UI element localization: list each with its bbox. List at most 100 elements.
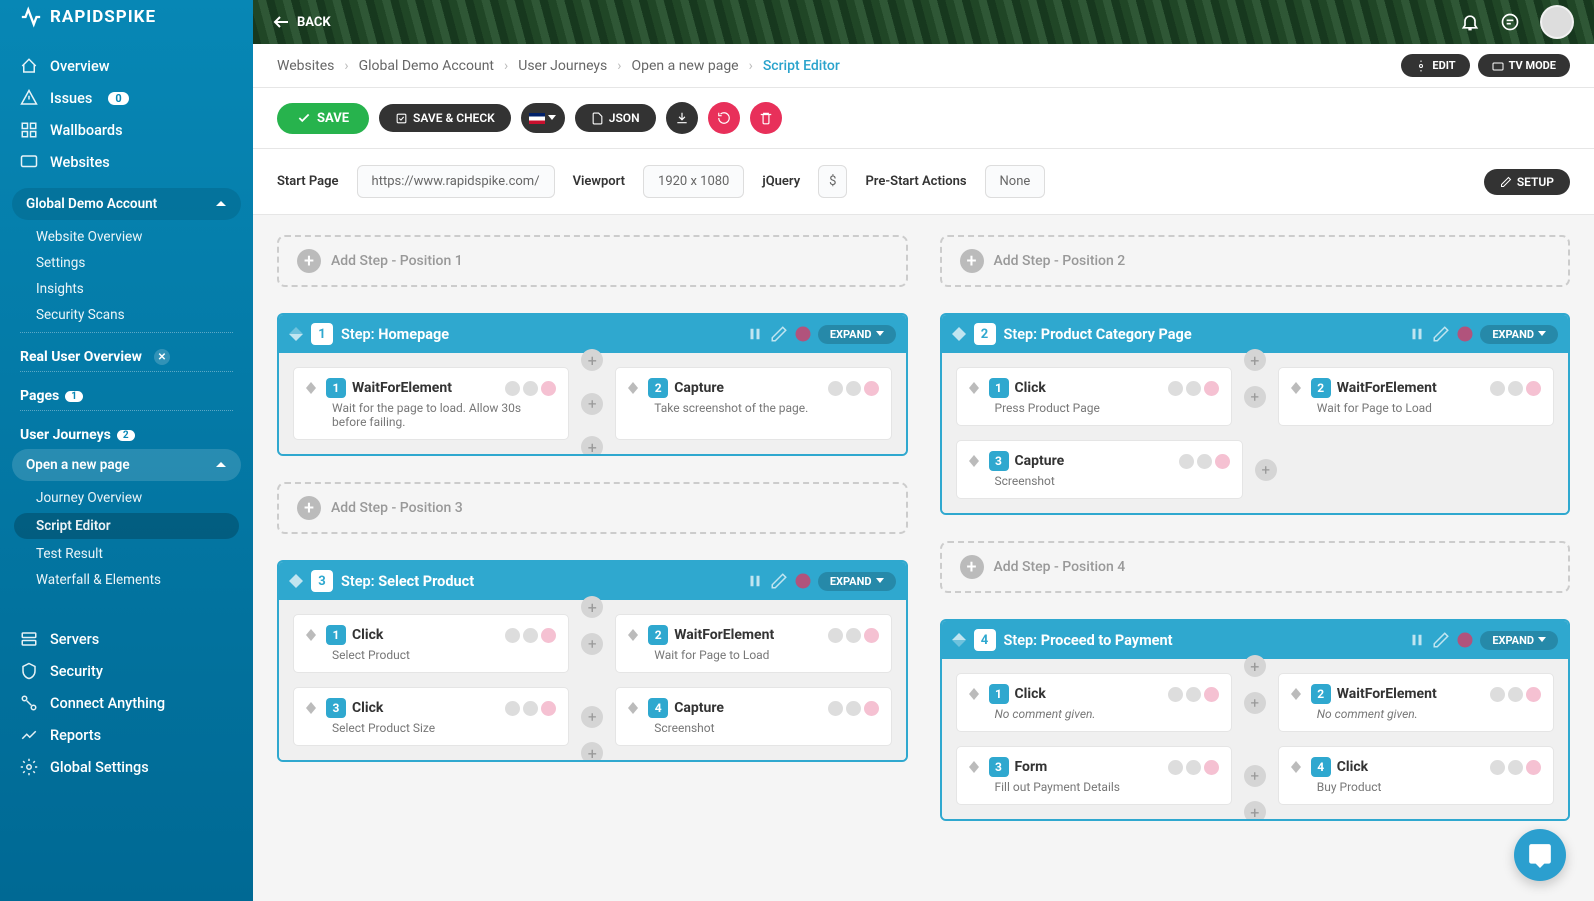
move-up-icon[interactable] [952, 326, 966, 334]
add-action-button[interactable]: + [1244, 655, 1266, 677]
move-down-icon[interactable] [289, 581, 303, 589]
action-card[interactable]: 4Click Buy Product [1278, 746, 1554, 805]
pencil-icon[interactable] [1432, 325, 1450, 343]
action-card[interactable]: 1Click No comment given. [956, 673, 1232, 732]
nav-script-editor[interactable]: Script Editor [14, 513, 239, 539]
move-up-icon[interactable] [289, 573, 303, 581]
nav-reports[interactable]: Reports [0, 719, 253, 751]
move-down-icon[interactable] [306, 388, 316, 395]
nav-overview[interactable]: Overview [0, 50, 253, 82]
delete-circle-icon[interactable] [794, 572, 812, 590]
action-card[interactable]: 3Form Fill out Payment Details [956, 746, 1232, 805]
tv-mode-button[interactable]: TV MODE [1478, 54, 1570, 77]
add-action-button[interactable]: + [581, 436, 603, 456]
delete-circle-icon[interactable] [1456, 631, 1474, 649]
add-step-1[interactable]: +Add Step - Position 1 [277, 235, 908, 287]
action-card[interactable]: 2WaitForElement Wait for Page to Load [615, 614, 891, 673]
nav-servers[interactable]: Servers [0, 623, 253, 655]
add-step-3[interactable]: +Add Step - Position 3 [277, 482, 908, 534]
nav-websites[interactable]: Websites [0, 146, 253, 178]
delete-circle-icon[interactable] [1456, 325, 1474, 343]
add-action-button[interactable]: + [1244, 692, 1266, 714]
nav-global-settings[interactable]: Global Settings [0, 751, 253, 783]
add-action-button[interactable]: + [581, 393, 603, 415]
action-card[interactable]: 1Click Press Product Page [956, 367, 1232, 426]
save-button[interactable]: SAVE [277, 103, 369, 134]
action-card[interactable]: 1 WaitForElement Wait for the page to lo… [293, 367, 569, 440]
back-button[interactable]: BACK [273, 15, 331, 30]
nav-website-overview[interactable]: Website Overview [0, 224, 253, 250]
locale-flag-button[interactable] [521, 103, 565, 133]
nav-security-scans[interactable]: Security Scans [0, 302, 253, 328]
chat-fab[interactable] [1514, 829, 1566, 881]
move-down-icon[interactable] [952, 334, 966, 342]
pencil-icon[interactable] [1432, 631, 1450, 649]
pencil-icon[interactable] [770, 325, 788, 343]
add-action-button[interactable]: + [581, 633, 603, 655]
add-action-button[interactable]: + [581, 742, 603, 762]
nav-open-page[interactable]: Open a new page [12, 449, 241, 481]
move-up-icon[interactable] [952, 632, 966, 640]
nav-real-user[interactable]: Real User Overview✕ [0, 341, 253, 367]
nav-settings[interactable]: Settings [0, 250, 253, 276]
move-up-icon[interactable] [628, 381, 638, 388]
nav-waterfall[interactable]: Waterfall & Elements [0, 567, 253, 593]
nav-insights[interactable]: Insights [0, 276, 253, 302]
crumb-account[interactable]: Global Demo Account [359, 58, 494, 74]
delete-button[interactable] [750, 102, 782, 134]
save-check-button[interactable]: SAVE & CHECK [379, 104, 511, 132]
move-down-icon[interactable] [628, 388, 638, 395]
jquery-field[interactable]: $ [818, 165, 847, 198]
move-down-icon[interactable] [952, 640, 966, 648]
setup-button[interactable]: SETUP [1484, 169, 1570, 195]
add-action-button[interactable]: + [1244, 765, 1266, 787]
expand-button[interactable]: EXPAND [1480, 325, 1558, 344]
move-up-icon[interactable] [289, 326, 303, 334]
add-action-button[interactable]: + [581, 596, 603, 618]
nav-connect[interactable]: Connect Anything [0, 687, 253, 719]
add-action-button[interactable]: + [581, 706, 603, 728]
nav-issues[interactable]: Issues0 [0, 82, 253, 114]
action-card[interactable]: 2WaitForElement Wait for Page to Load [1278, 367, 1554, 426]
logo[interactable]: RAPIDSPIKE [0, 0, 253, 44]
chat-icon[interactable] [1500, 12, 1520, 32]
action-card[interactable]: 2WaitForElement No comment given. [1278, 673, 1554, 732]
crumb-websites[interactable]: Websites [277, 58, 334, 74]
expand-button[interactable]: EXPAND [818, 572, 896, 591]
add-step-2[interactable]: +Add Step - Position 2 [940, 235, 1571, 287]
edit-button[interactable]: EDIT [1401, 54, 1469, 77]
nav-journey-overview[interactable]: Journey Overview [0, 485, 253, 511]
pause-icon[interactable] [746, 572, 764, 590]
prestart-field[interactable]: None [985, 165, 1046, 198]
action-card[interactable]: 3Click Select Product Size [293, 687, 569, 746]
action-card[interactable]: 2 Capture Take screenshot of the page. [615, 367, 891, 440]
pause-icon[interactable] [1408, 325, 1426, 343]
viewport-field[interactable]: 1920 x 1080 [643, 165, 744, 198]
download-button[interactable] [666, 102, 698, 134]
add-action-button[interactable]: + [1244, 386, 1266, 408]
move-down-icon[interactable] [289, 334, 303, 342]
move-up-icon[interactable] [306, 381, 316, 388]
pause-icon[interactable] [746, 325, 764, 343]
add-action-button[interactable]: + [1244, 801, 1266, 821]
action-card[interactable]: 1Click Select Product [293, 614, 569, 673]
crumb-uj[interactable]: User Journeys [518, 58, 607, 74]
avatar[interactable] [1540, 5, 1574, 39]
delete-circle-icon[interactable] [794, 325, 812, 343]
add-action-button[interactable]: + [1244, 349, 1266, 371]
nav-account[interactable]: Global Demo Account [12, 188, 241, 220]
nav-pages[interactable]: Pages1 [0, 380, 253, 406]
start-page-field[interactable]: https://www.rapidspike.com/ [357, 165, 555, 198]
undo-button[interactable] [708, 102, 740, 134]
add-action-button[interactable]: + [1255, 459, 1277, 481]
crumb-open[interactable]: Open a new page [631, 58, 738, 74]
nav-user-journeys[interactable]: User Journeys2 [0, 419, 253, 445]
bell-icon[interactable] [1460, 12, 1480, 32]
add-step-4[interactable]: +Add Step - Position 4 [940, 541, 1571, 593]
close-icon[interactable]: ✕ [154, 349, 170, 365]
nav-security[interactable]: Security [0, 655, 253, 687]
json-button[interactable]: JSON [575, 104, 656, 132]
expand-button[interactable]: EXPAND [1480, 631, 1558, 650]
action-card[interactable]: 4Capture Screenshot [615, 687, 891, 746]
action-card[interactable]: 3Capture Screenshot [956, 440, 1243, 499]
